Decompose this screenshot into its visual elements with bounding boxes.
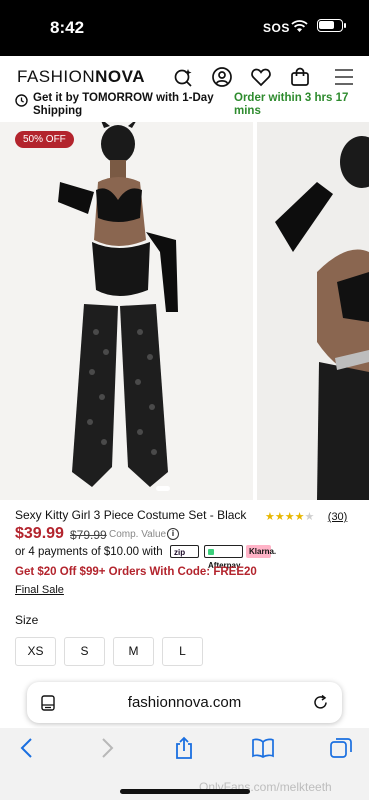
back-icon[interactable]	[15, 736, 39, 760]
zip-pay-badge[interactable]: zip	[170, 545, 199, 558]
forward-icon[interactable]	[95, 736, 119, 760]
sale-price: $39.99	[15, 525, 64, 542]
shipping-countdown: Order within 3 hrs 17 mins	[234, 92, 349, 117]
bag-icon[interactable]	[289, 66, 311, 88]
home-indicator[interactable]	[120, 789, 250, 794]
find-similar-icon[interactable]	[172, 66, 194, 88]
star-rating-icon: ★★★★★	[265, 511, 315, 523]
size-label: Size	[15, 613, 39, 627]
address-bar[interactable]: fashionnova.com	[27, 682, 342, 723]
original-price: $79.99	[70, 528, 107, 542]
size-option-s[interactable]: S	[64, 637, 105, 666]
wifi-icon	[291, 20, 308, 32]
fashion-nova-logo[interactable]: FASHIONNOVA	[17, 67, 145, 87]
shipping-banner: Get it by TOMORROW with 1-Day Shipping O…	[0, 90, 369, 122]
klarna-badge[interactable]: Klarna.	[246, 545, 276, 558]
tabs-icon[interactable]	[329, 736, 353, 760]
product-photo-main[interactable]	[0, 122, 253, 500]
share-icon[interactable]	[172, 736, 196, 760]
product-photo-figure-2	[275, 136, 369, 500]
product-name: Sexy Kitty Girl 3 Piece Costume Set - Bl…	[15, 508, 247, 522]
size-option-m[interactable]: M	[113, 637, 154, 666]
info-icon[interactable]: i	[167, 528, 179, 540]
product-rating[interactable]: ★★★★★ (30)	[265, 507, 347, 525]
product-photo-figure	[58, 122, 178, 487]
size-option-l[interactable]: L	[162, 637, 203, 666]
installments-text: or 4 payments of $10.00 with	[15, 546, 163, 558]
url-text[interactable]: fashionnova.com	[27, 694, 342, 711]
menu-icon[interactable]	[333, 66, 355, 88]
logo-text-fashion: FASHION	[17, 67, 96, 86]
logo-text-nova: NOVA	[95, 67, 145, 86]
final-sale-link[interactable]: Final Sale	[15, 584, 64, 596]
product-photo-next[interactable]	[257, 122, 369, 500]
heart-icon[interactable]	[250, 66, 272, 88]
afterpay-badge[interactable]: Afterpay	[204, 545, 243, 570]
promo-code-text: Get $20 Off $99+ Orders With Code: FREE2…	[15, 566, 257, 578]
pagination-dot-active	[156, 486, 170, 491]
discount-badge: 50% OFF	[15, 131, 74, 148]
bookmarks-icon[interactable]	[251, 736, 275, 760]
reload-icon[interactable]	[312, 694, 329, 711]
shipping-message: Get it by TOMORROW with 1-Day Shipping	[33, 92, 214, 117]
gallery-pagination	[156, 478, 176, 491]
comp-value-label: Comp. Value	[109, 529, 167, 540]
review-count-link[interactable]: (30)	[328, 511, 348, 523]
account-icon[interactable]	[211, 66, 233, 88]
product-gallery[interactable]: 50% OFF	[0, 122, 369, 500]
battery-icon	[317, 19, 346, 32]
status-sos: SOS	[263, 21, 290, 35]
status-time: 8:42	[50, 18, 85, 37]
clock-icon	[15, 94, 28, 107]
status-bar: 8:42 SOS	[0, 0, 369, 56]
size-option-xs[interactable]: XS	[15, 637, 56, 666]
gallery-divider	[253, 122, 257, 500]
afterpay-logo-icon	[208, 549, 214, 555]
